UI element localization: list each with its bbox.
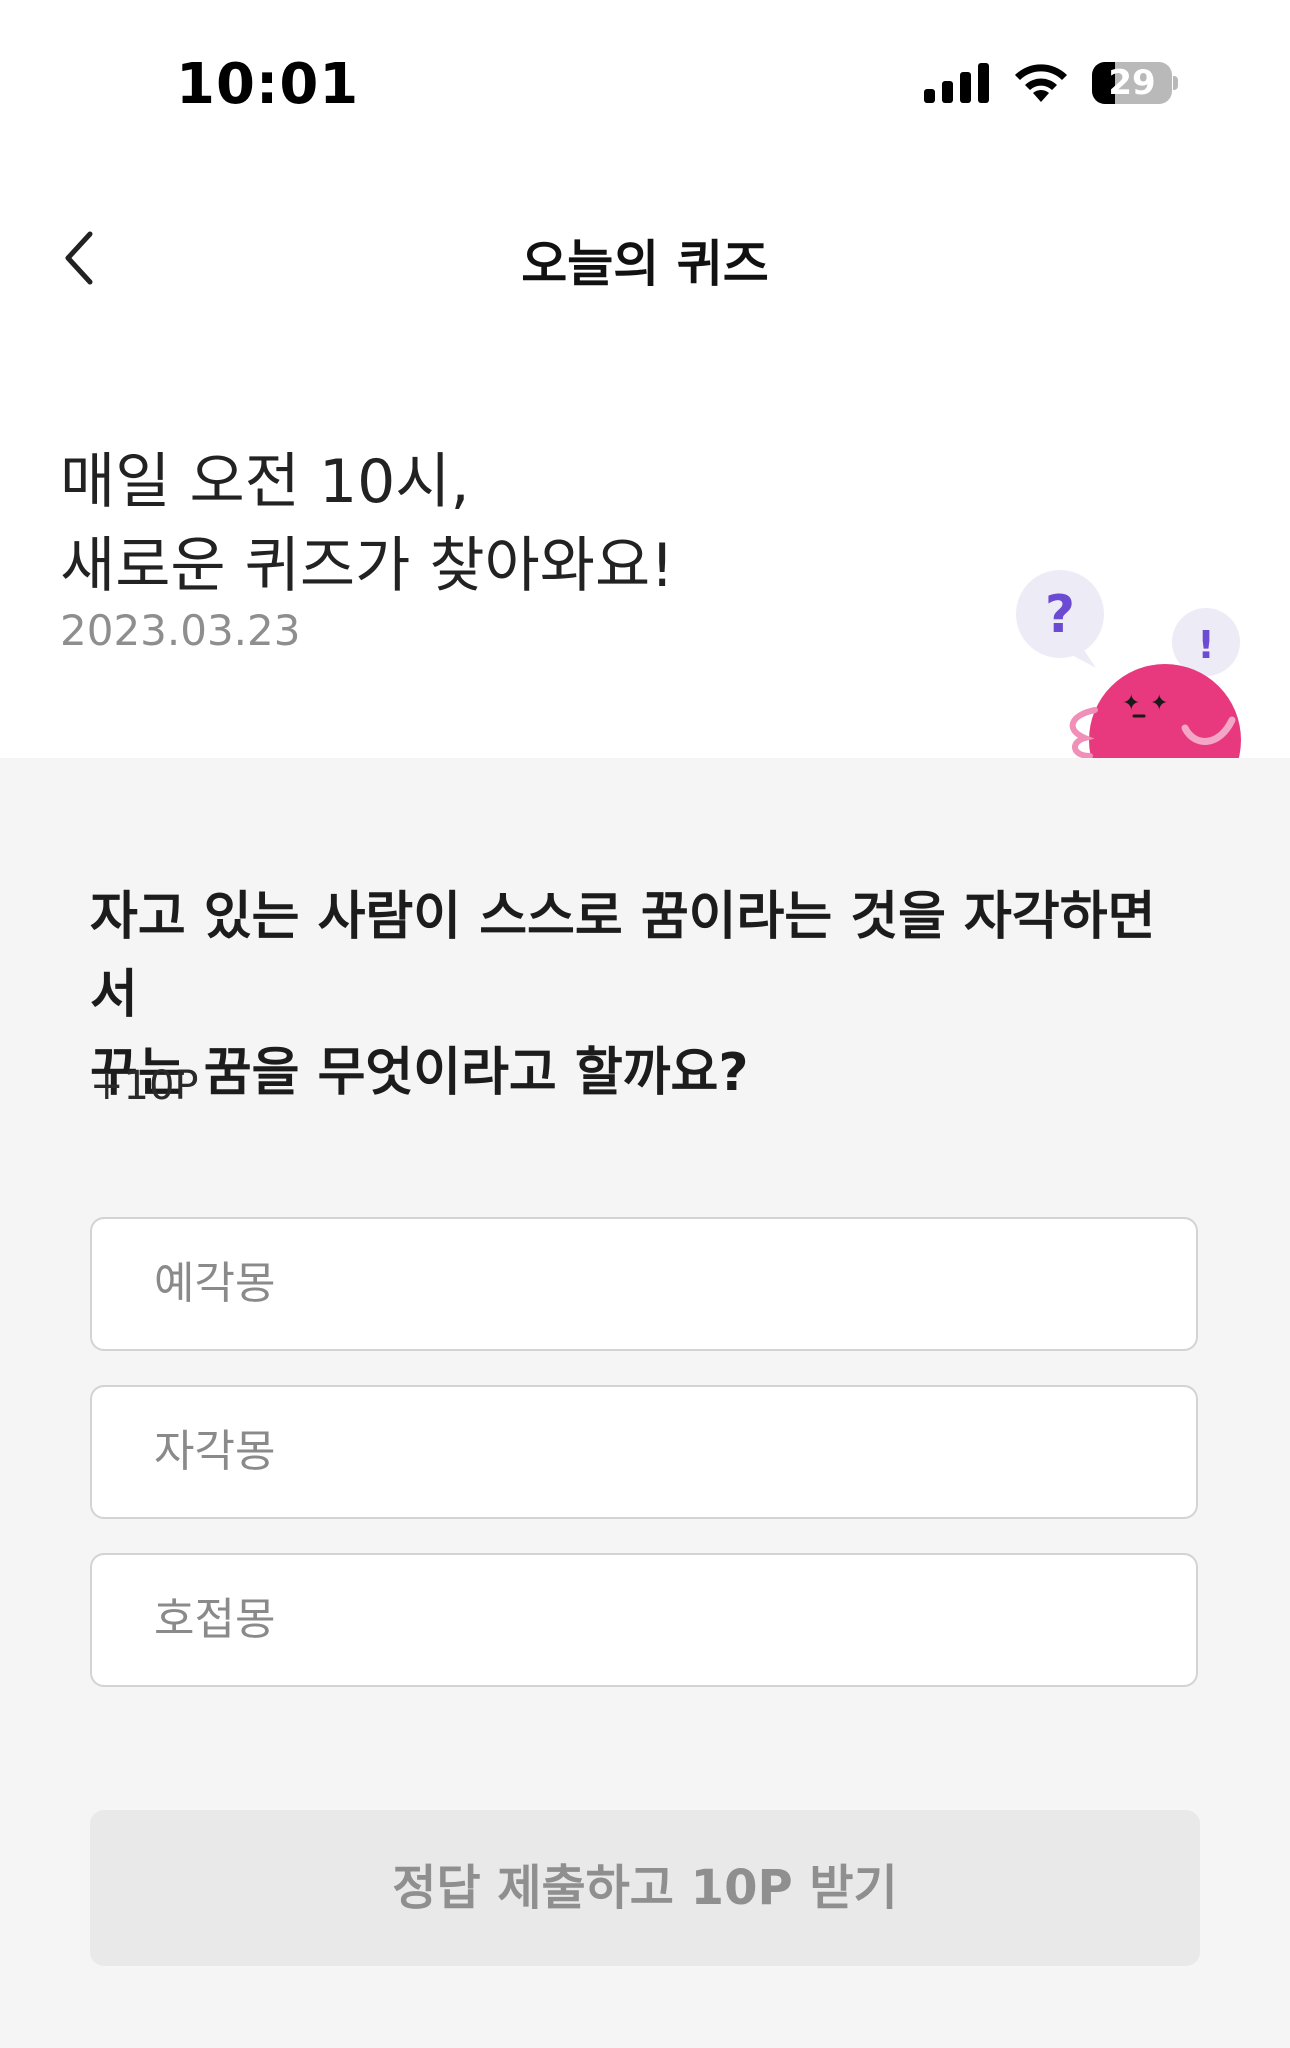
headline-line-1: 매일 오전 10시,: [60, 447, 470, 517]
answer-option-2[interactable]: 자각몽: [90, 1385, 1198, 1519]
nav-header: 오늘의 퀴즈: [0, 200, 1290, 310]
question-line-1: 자고 있는 사람이 스스로 꿈이라는 것을 자각하면서: [90, 887, 1156, 1025]
battery-icon: 29: [1092, 62, 1178, 104]
bubble-exclamation-text: !: [1197, 623, 1214, 667]
quiz-question: 자고 있는 사람이 스스로 꿈이라는 것을 자각하면서 꾸는 꿈을 무엇이라고 …: [90, 878, 1200, 1112]
answer-option-label: 예각몽: [154, 1258, 276, 1309]
headline-line-2: 새로운 퀴즈가 찾아와요!: [60, 531, 675, 601]
status-icons: 29: [924, 62, 1178, 104]
pink-mascot-icon: ? ! ✦ ✦: [1016, 570, 1241, 758]
submit-answer-button[interactable]: 정답 제출하고 10P 받기: [90, 1810, 1200, 1966]
svg-text:✦: ✦: [1150, 691, 1168, 716]
quiz-points: +10P: [90, 1063, 199, 1109]
answer-option-label: 자각몽: [154, 1426, 276, 1477]
answer-option-label: 호접몽: [154, 1594, 276, 1645]
mascot-body: ✦ ✦: [1069, 664, 1241, 758]
quiz-section: 자고 있는 사람이 스스로 꿈이라는 것을 자각하면서 꾸는 꿈을 무엇이라고 …: [0, 758, 1290, 2048]
wifi-icon: [1015, 64, 1067, 102]
answer-option-3[interactable]: 호접몽: [90, 1553, 1198, 1687]
svg-text:✦: ✦: [1122, 691, 1140, 716]
bubble-question-text: ?: [1045, 585, 1075, 645]
page-title: 오늘의 퀴즈: [521, 235, 769, 293]
question-line-2: 꾸는 꿈을 무엇이라고 할까요?: [90, 1043, 749, 1103]
answer-option-1[interactable]: 예각몽: [90, 1217, 1198, 1351]
battery-body: 29: [1092, 62, 1172, 104]
cellular-signal-icon: [924, 63, 989, 103]
status-bar: 10:01 29: [0, 0, 1290, 175]
intro-headline: 매일 오전 10시, 새로운 퀴즈가 찾아와요!: [60, 440, 674, 608]
battery-tip: [1173, 76, 1178, 90]
status-time: 10:01: [176, 52, 360, 117]
intro-date: 2023.03.23: [60, 606, 301, 655]
question-bubble-icon: ?: [1016, 570, 1104, 668]
intro-section: 매일 오전 10시, 새로운 퀴즈가 찾아와요! 2023.03.23 ? ! …: [0, 420, 1290, 758]
battery-level: 29: [1108, 63, 1156, 103]
